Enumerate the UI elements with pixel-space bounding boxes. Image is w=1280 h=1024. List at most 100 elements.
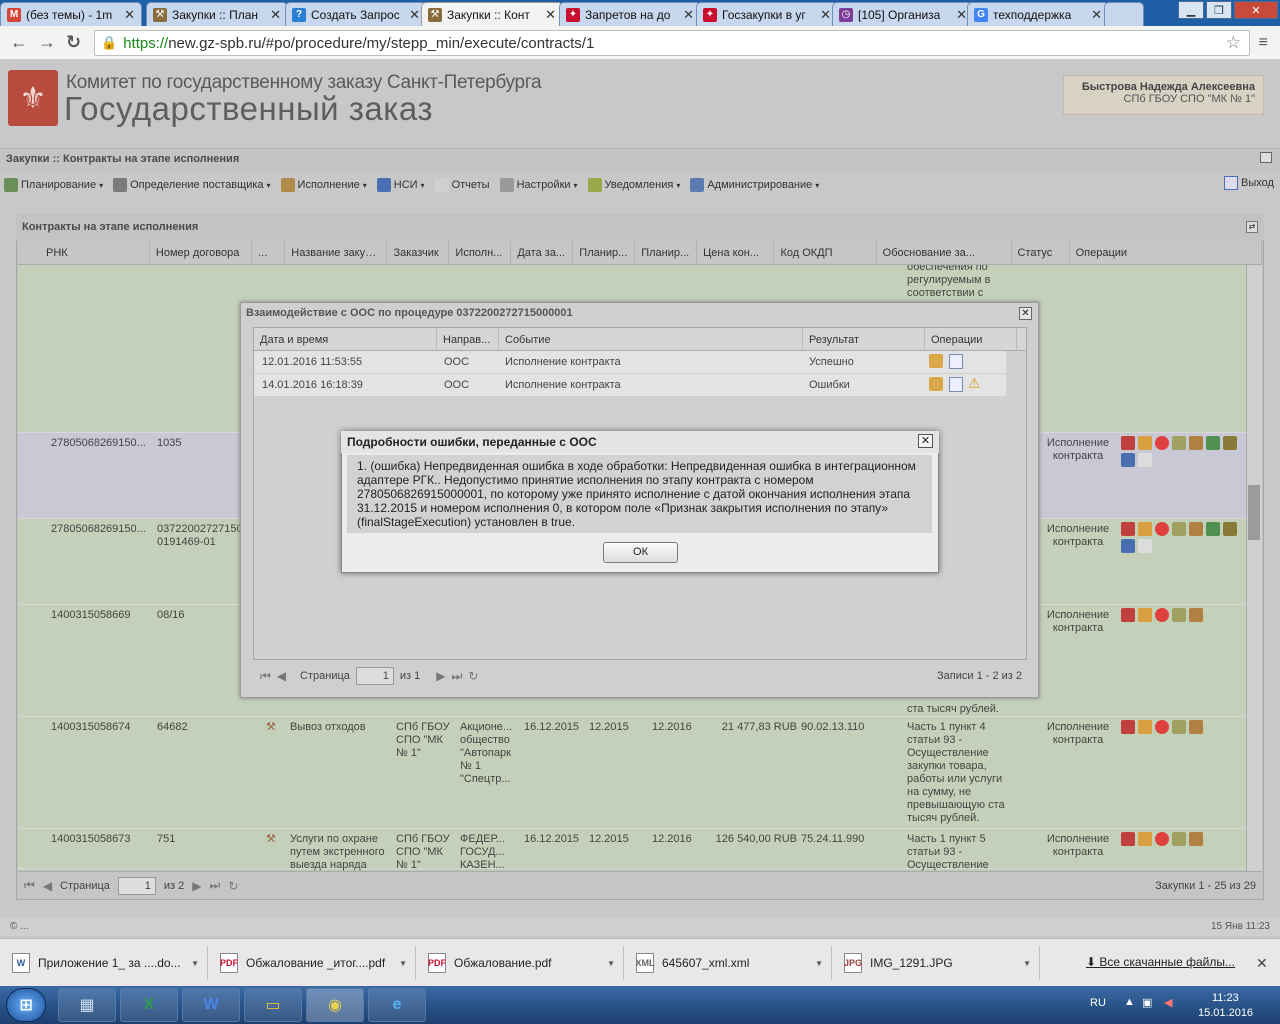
- ooc-close-icon[interactable]: ✕: [1019, 307, 1032, 320]
- operation-icon[interactable]: [1138, 453, 1152, 467]
- table-row[interactable]: 1400315058674 64682 Вывоз отходов СПб ГБОУ …: [18, 717, 1246, 829]
- column-header[interactable]: Исполн...: [449, 241, 512, 264]
- back-button[interactable]: ←: [10, 32, 28, 53]
- operation-icon[interactable]: [1172, 608, 1186, 622]
- maximize-button[interactable]: ❐: [1206, 1, 1232, 19]
- download-item[interactable]: JPG IMG_1291.JPG ▼: [836, 946, 1040, 980]
- operation-icon[interactable]: [1138, 720, 1152, 734]
- menu-item[interactable]: Отчеты: [434, 178, 490, 192]
- operation-icon[interactable]: [1155, 608, 1169, 622]
- column-header[interactable]: Операции: [1070, 241, 1263, 264]
- column-header[interactable]: Обоснование за...: [877, 241, 1012, 264]
- bookmark-star-icon[interactable]: ☆: [1226, 33, 1241, 53]
- dropdown-arrow-icon[interactable]: ▼: [191, 959, 199, 968]
- clock-date[interactable]: 15.01.2016: [1198, 1007, 1253, 1019]
- first-page-icon[interactable]: ⏮: [260, 669, 271, 684]
- browser-tab[interactable]: ◷ [105] Организа ✕: [832, 2, 974, 26]
- column-header[interactable]: Статус: [1012, 241, 1070, 264]
- user-info[interactable]: Быстрова Надежда Алексеевна СПб ГБОУ СПО…: [1063, 75, 1264, 115]
- ie-taskbar-icon[interactable]: e: [368, 988, 426, 1022]
- page-input[interactable]: 1: [355, 667, 394, 685]
- tab-close-icon[interactable]: ✕: [1091, 7, 1102, 23]
- operation-icon[interactable]: [1172, 720, 1186, 734]
- operation-icon[interactable]: [1121, 832, 1135, 846]
- operation-icon[interactable]: [1189, 522, 1203, 536]
- volume-icon[interactable]: ◀: [1164, 996, 1172, 1009]
- package-icon[interactable]: [929, 377, 943, 391]
- tray-expand-icon[interactable]: ▲: [1124, 996, 1135, 1008]
- operation-icon[interactable]: [1189, 832, 1203, 846]
- language-indicator[interactable]: RU: [1090, 997, 1106, 1009]
- operation-icon[interactable]: [1138, 522, 1152, 536]
- column-header[interactable]: Дата за...: [511, 241, 574, 264]
- column-header[interactable]: Дата и время: [254, 328, 437, 350]
- browser-tab[interactable]: ⚒ Закупки :: Конт ✕: [421, 2, 563, 26]
- reload-button[interactable]: ↻: [66, 32, 81, 53]
- operation-icon[interactable]: [1121, 608, 1135, 622]
- column-header[interactable]: Заказчик: [387, 241, 450, 264]
- all-downloads-link[interactable]: ⬇ Все скачанные файлы...: [1086, 955, 1235, 969]
- explorer-taskbar-icon[interactable]: ▭: [244, 988, 302, 1022]
- column-header[interactable]: ...: [252, 241, 286, 264]
- prev-page-icon[interactable]: ◀: [277, 669, 286, 683]
- menu-item[interactable]: Администрирование ▾: [690, 178, 819, 192]
- dropdown-arrow-icon[interactable]: ▼: [815, 959, 823, 968]
- menu-item[interactable]: Настройки ▾: [499, 178, 578, 192]
- panel-refresh-icon[interactable]: ⇄: [1246, 221, 1258, 233]
- clock-time[interactable]: 11:23: [1212, 992, 1239, 1004]
- error-close-icon[interactable]: ✕: [918, 434, 933, 448]
- collapse-icon[interactable]: [1260, 152, 1272, 163]
- operation-icon[interactable]: [1138, 436, 1152, 450]
- calculator-taskbar-icon[interactable]: ▦: [58, 988, 116, 1022]
- dropdown-arrow-icon[interactable]: ▼: [1023, 959, 1031, 968]
- warning-icon[interactable]: ⚠: [968, 375, 981, 392]
- minimize-button[interactable]: ▁: [1178, 1, 1204, 19]
- refresh-icon[interactable]: ↻: [468, 669, 478, 683]
- column-header[interactable]: Планир...: [573, 241, 636, 264]
- package-icon[interactable]: [929, 354, 943, 368]
- operation-icon[interactable]: [1138, 608, 1152, 622]
- document-icon[interactable]: [949, 354, 963, 369]
- operation-icon[interactable]: [1189, 436, 1203, 450]
- column-header[interactable]: РНК: [18, 241, 150, 264]
- browser-tab[interactable]: ? Создать Запрос ✕: [285, 2, 427, 26]
- last-page-icon[interactable]: ⏭: [210, 878, 221, 893]
- menu-item[interactable]: Исполнение ▾: [280, 178, 367, 192]
- scrollbar-thumb[interactable]: [1248, 485, 1260, 540]
- column-header[interactable]: Операции: [925, 328, 1017, 350]
- network-icon[interactable]: ▣: [1142, 996, 1152, 1009]
- chrome-menu-icon[interactable]: ≡: [1259, 34, 1268, 52]
- tab-close-icon[interactable]: ✕: [409, 7, 420, 23]
- operation-icon[interactable]: [1172, 522, 1186, 536]
- download-item[interactable]: W Приложение 1_ за ....do... ▼: [4, 946, 208, 980]
- browser-tab[interactable]: Gтехподдержка ✕: [967, 2, 1109, 26]
- operation-icon[interactable]: [1138, 832, 1152, 846]
- last-page-icon[interactable]: ⏭: [452, 669, 463, 684]
- column-header[interactable]: Событие: [499, 328, 803, 350]
- operation-icon[interactable]: [1155, 832, 1169, 846]
- prev-page-icon[interactable]: ◀: [43, 879, 52, 893]
- column-header[interactable]: Результат: [803, 328, 925, 350]
- address-bar[interactable]: 🔒 https://new.gz-spb.ru/#po/procedure/my…: [94, 30, 1250, 56]
- operation-icon[interactable]: [1155, 436, 1169, 450]
- column-header[interactable]: Цена кон...: [697, 241, 775, 264]
- tab-close-icon[interactable]: ✕: [270, 7, 281, 23]
- page-input[interactable]: 1: [117, 876, 156, 895]
- column-header[interactable]: Направ...: [437, 328, 499, 350]
- operation-icon[interactable]: [1121, 522, 1135, 536]
- browser-tab[interactable]: ✦ Госзакупки в уг ✕: [696, 2, 838, 26]
- tab-close-icon[interactable]: ✕: [124, 7, 135, 23]
- dropdown-arrow-icon[interactable]: ▼: [399, 959, 407, 968]
- first-page-icon[interactable]: ⏮: [24, 878, 35, 893]
- new-tab-button[interactable]: [1104, 2, 1144, 26]
- ok-button[interactable]: ОК: [603, 542, 678, 563]
- operation-icon[interactable]: [1172, 832, 1186, 846]
- operation-icon[interactable]: [1121, 436, 1135, 450]
- start-button[interactable]: ⊞: [6, 988, 46, 1022]
- refresh-icon[interactable]: ↻: [228, 879, 238, 893]
- operation-icon[interactable]: [1223, 436, 1237, 450]
- operation-icon[interactable]: [1121, 539, 1135, 553]
- browser-tab[interactable]: M (без темы) - 1m ✕: [0, 2, 142, 26]
- operation-icon[interactable]: [1121, 453, 1135, 467]
- table-row[interactable]: 1400315058673 751 Услуги по охране путем э…: [18, 829, 1246, 871]
